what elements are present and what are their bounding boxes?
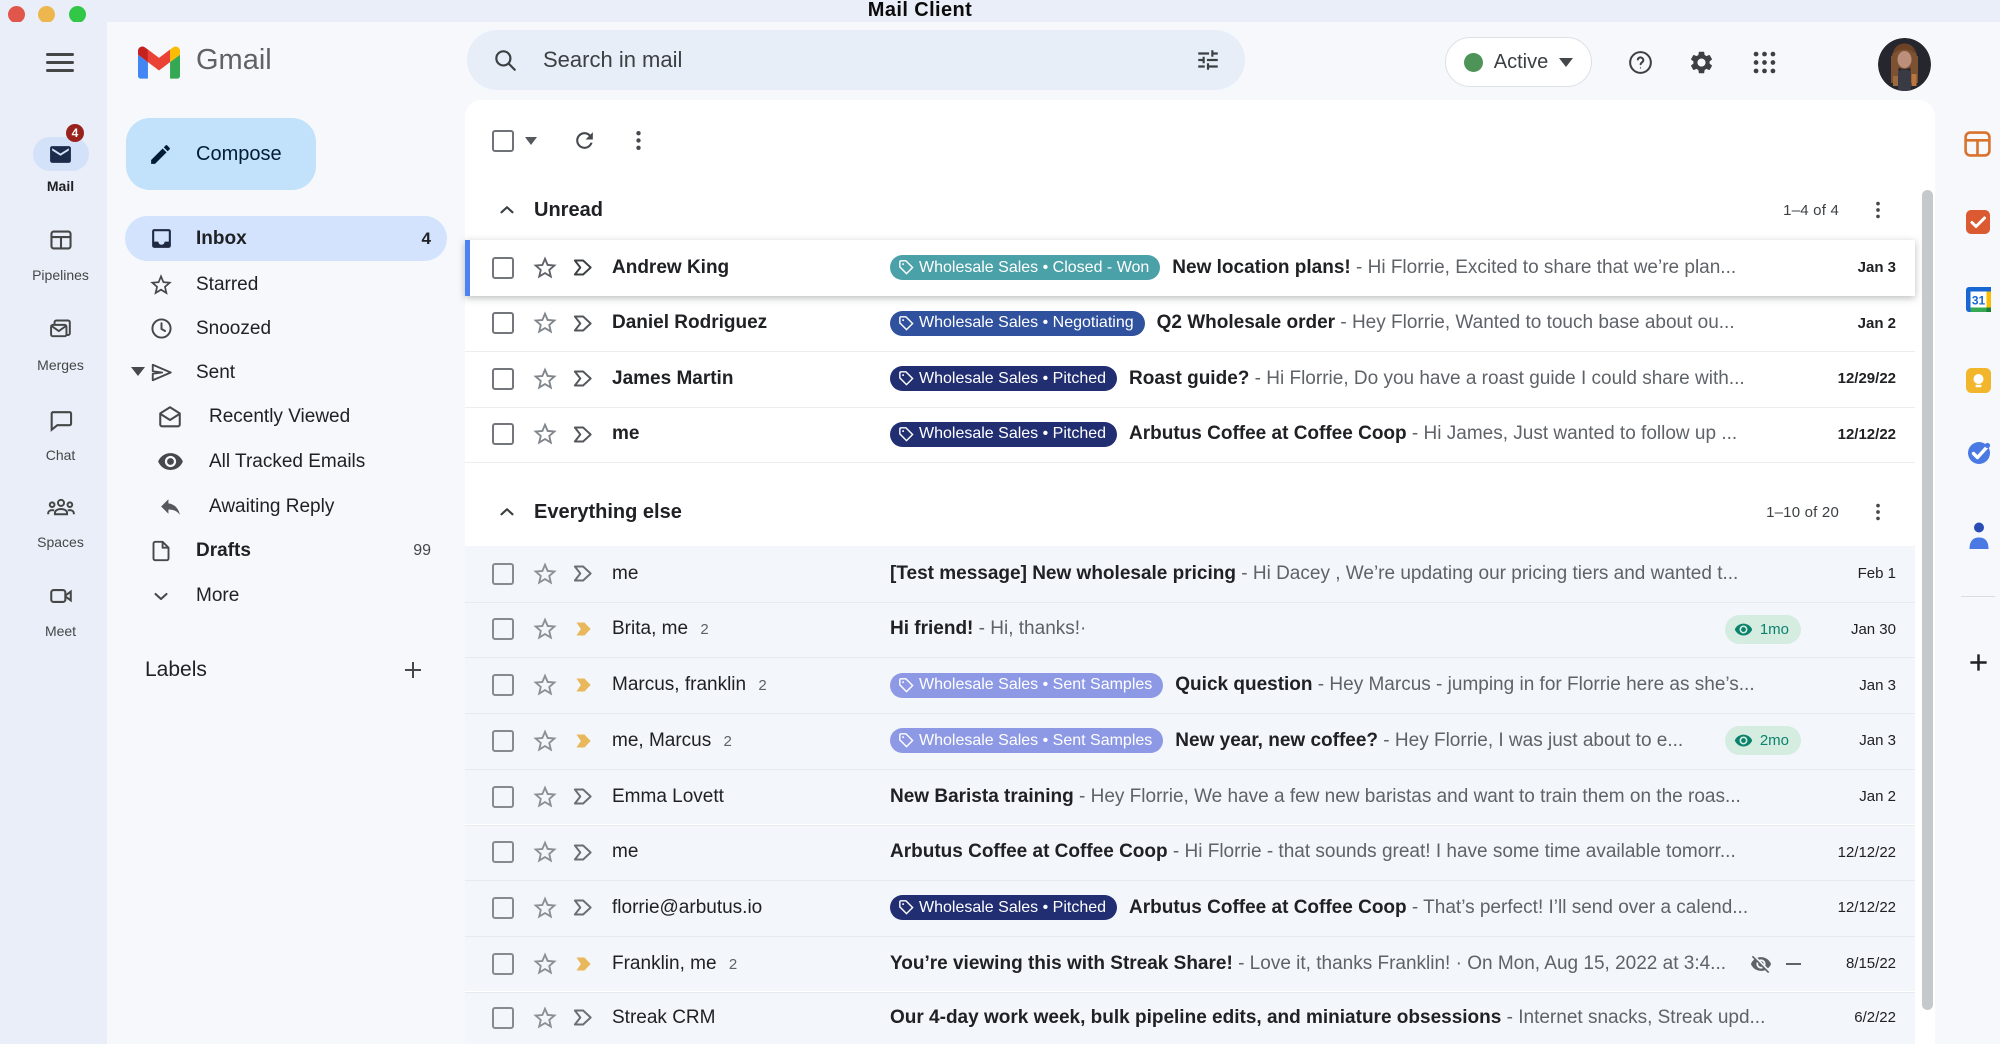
svg-text:31: 31 — [1972, 294, 1986, 308]
